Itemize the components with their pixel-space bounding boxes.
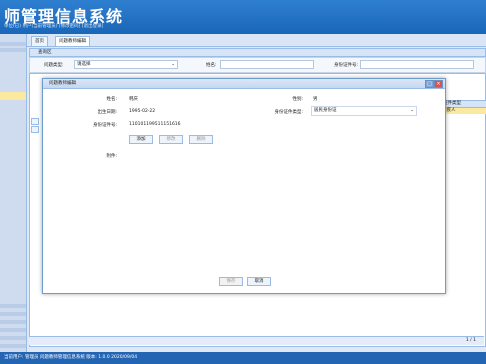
id-no-label: 身份证件号: (92, 123, 117, 128)
sidebar-item[interactable] (0, 320, 26, 324)
sidebar-item[interactable] (0, 42, 26, 46)
chevron-down-icon: ⌄ (410, 108, 414, 113)
add-button[interactable]: 添加 (129, 135, 153, 144)
attachment-label: 附件: (106, 154, 117, 159)
pager: 1 / 1 (29, 336, 484, 345)
dialog-title: 问题教师编辑 (49, 81, 76, 86)
type-label: 问题类型: (44, 63, 64, 68)
close-icon[interactable]: × (434, 80, 443, 88)
name-value: 韩庆 (129, 97, 138, 102)
birth-label: 出生日期: (97, 110, 117, 115)
gender-label: 性别: (292, 97, 303, 102)
birth-value: 1995-02-22 (129, 109, 156, 114)
type-select-value: 请选择 (77, 62, 91, 67)
sidebar-item[interactable] (0, 336, 26, 340)
footer-text: 当前用户: 管理员 问题教师管理信息系统 版本: 1.0.0 2020/09/0… (4, 355, 138, 360)
edit-dialog: 问题教师编辑 □ × 姓名: 韩庆 性别: 男 出生日期: 1995-02-22… (42, 78, 446, 294)
sidebar-item[interactable] (0, 344, 26, 348)
user-info: 单位(已) 用户(当前管理员) [修改密码] [退出登录] (4, 24, 104, 29)
save-button[interactable]: 保存 (219, 277, 243, 286)
row-checkbox[interactable] (31, 126, 39, 133)
id-no-value: 110101199511151616 (129, 122, 181, 127)
query-panel: 问题类型: 请选择 ⌄ 姓名: 身份证件号: (29, 57, 486, 73)
app-header: 师管理信息系统 单位(已) 用户(当前管理员) [修改密码] [退出登录] (0, 0, 486, 34)
tab-bar: 首页 问题教师编辑 (27, 34, 486, 47)
dialog-titlebar: 问题教师编辑 □ × (43, 79, 445, 89)
sidebar (0, 34, 27, 352)
sidebar-item[interactable] (0, 328, 26, 332)
sidebar-item-active[interactable] (0, 92, 26, 100)
query-panel-title: 查询区 (29, 48, 486, 57)
delete-button[interactable]: 删除 (189, 135, 213, 144)
sidebar-item[interactable] (0, 48, 26, 52)
id-type-value: 居民身份证 (314, 108, 337, 113)
cancel-button[interactable]: 取消 (247, 277, 271, 286)
chevron-down-icon: ⌄ (171, 62, 175, 67)
sidebar-item[interactable] (0, 304, 26, 308)
id-type-label: 身份证件类型: (274, 110, 303, 115)
id-input[interactable] (360, 60, 474, 69)
tab-teacher-edit[interactable]: 问题教师编辑 (55, 36, 90, 46)
table-row-selected[interactable]: 残疾人 (440, 108, 486, 114)
row-checkbox[interactable] (31, 118, 39, 125)
name-label: 姓名: (106, 97, 117, 102)
edit-button[interactable]: 修改 (159, 135, 183, 144)
name-label: 姓名: (206, 63, 217, 68)
query-panel-title-text: 查询区 (38, 50, 52, 55)
id-type-select[interactable]: 居民身份证 ⌄ (311, 106, 417, 116)
maximize-icon[interactable]: □ (425, 80, 434, 88)
gender-value: 男 (313, 97, 318, 102)
type-select[interactable]: 请选择 ⌄ (74, 60, 178, 69)
tab-home[interactable]: 首页 (31, 36, 48, 46)
pager-text: 1 / 1 (465, 338, 476, 343)
name-input[interactable] (220, 60, 314, 69)
sidebar-item[interactable] (0, 312, 26, 316)
id-label: 身份证件号: (334, 63, 359, 68)
status-footer: 当前用户: 管理员 问题教师管理信息系统 版本: 1.0.0 2020/09/0… (0, 352, 486, 364)
grid-column-header[interactable]: 证件类型 (440, 100, 486, 108)
